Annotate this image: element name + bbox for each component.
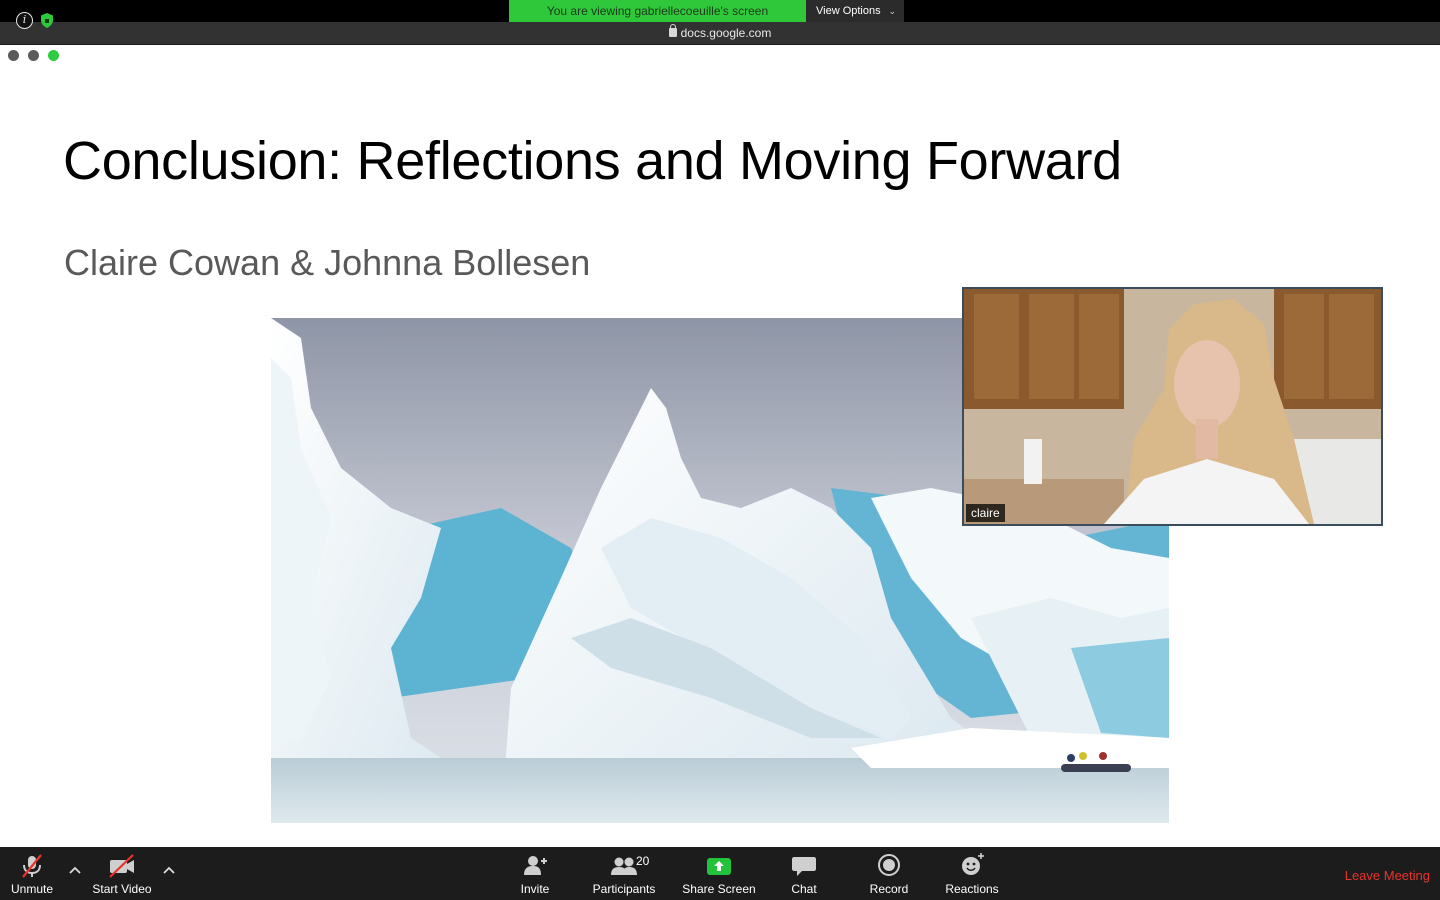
leave-meeting-button[interactable]: Leave Meeting (1345, 868, 1430, 883)
record-button[interactable]: Record (864, 847, 914, 900)
window-zoom-dot[interactable] (48, 50, 59, 61)
participant-name-label: claire (966, 504, 1005, 522)
slide-title: Conclusion: Reflections and Moving Forwa… (63, 131, 1122, 191)
reactions-button[interactable]: Reactions (940, 847, 1004, 900)
share-screen-button[interactable]: Share Screen (678, 847, 760, 900)
add-reaction-smiley-icon (962, 853, 984, 875)
participants-button[interactable]: 20 Participants (588, 847, 660, 900)
reactions-label: Reactions (945, 882, 999, 896)
slide-subtitle: Claire Cowan & Johnna Bollesen (64, 242, 591, 283)
chat-label: Chat (791, 882, 817, 896)
view-options-button[interactable]: View Options ⌄ (806, 0, 904, 22)
video-off-camera-icon (109, 854, 134, 878)
participant-video-tile[interactable]: claire (962, 287, 1383, 526)
muted-microphone-icon (22, 854, 42, 878)
add-person-icon (524, 856, 547, 875)
info-icon[interactable]: i (16, 12, 33, 29)
chat-button[interactable]: Chat (780, 847, 828, 900)
video-options-chevron-up-icon[interactable] (162, 863, 176, 877)
window-minimize-dot[interactable] (28, 50, 39, 61)
participants-count: 20 (636, 854, 650, 868)
view-options-label: View Options (816, 5, 881, 17)
start-video-label: Start Video (92, 882, 152, 896)
participants-icon (611, 857, 637, 875)
window-close-dot[interactable] (8, 50, 19, 61)
meeting-toolbar: Unmute Start Video Invite 20 Participant… (0, 847, 1440, 900)
encryption-shield-icon[interactable] (41, 13, 53, 28)
record-label: Record (869, 882, 909, 896)
participants-label: Participants (592, 882, 656, 896)
invite-button[interactable]: Invite (510, 847, 560, 900)
url-display: docs.google.com (0, 24, 1440, 40)
zoom-meeting-window: You are viewing gabriellecoeuille's scre… (0, 0, 1440, 900)
invite-label: Invite (520, 882, 550, 896)
unmute-label: Unmute (10, 882, 54, 896)
chat-bubble-icon (792, 857, 816, 876)
top-bar: You are viewing gabriellecoeuille's scre… (0, 0, 1440, 22)
participant-video-feed (964, 289, 1381, 524)
browser-url-bar: docs.google.com (0, 22, 1440, 61)
share-screen-label: Share Screen (682, 882, 756, 896)
lock-icon (668, 24, 677, 37)
audio-options-chevron-up-icon[interactable] (68, 863, 82, 877)
start-video-button[interactable]: Start Video (86, 847, 158, 900)
record-icon (878, 854, 900, 876)
share-screen-arrow-icon (707, 858, 731, 875)
unmute-button[interactable]: Unmute (2, 847, 62, 900)
url-text: docs.google.com (680, 26, 772, 40)
viewing-screen-banner: You are viewing gabriellecoeuille's scre… (509, 0, 806, 22)
chevron-down-icon: ⌄ (888, 6, 896, 16)
